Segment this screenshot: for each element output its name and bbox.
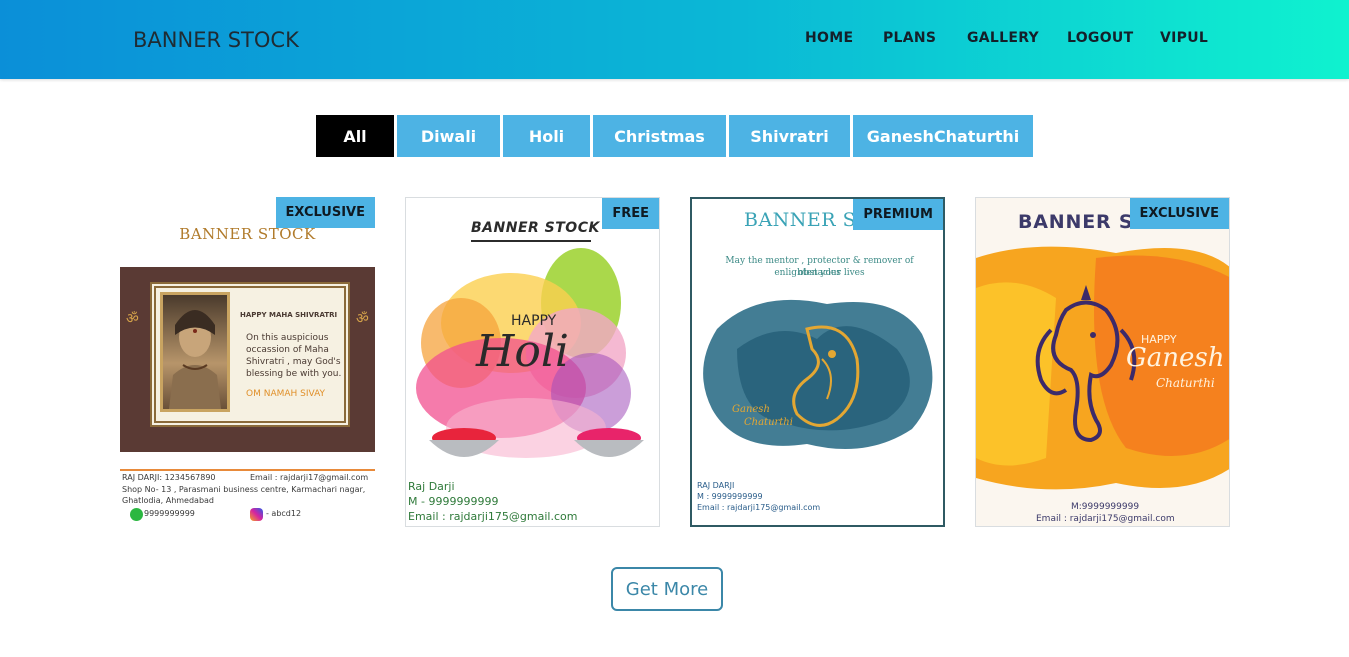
contact-name: RAJ DARJI: 1234567890 — [122, 473, 216, 482]
free-badge: FREE — [602, 198, 659, 229]
holi-greeting-holi: Holi — [476, 326, 570, 377]
filter-diwali[interactable]: Diwali — [397, 115, 500, 157]
contact-email: Email : rajdarji175@gmail.com — [408, 510, 578, 523]
nav-plans[interactable]: PLANS — [883, 30, 936, 46]
instagram-icon — [250, 508, 263, 521]
whatsapp-icon — [130, 508, 143, 521]
filter-shivratri[interactable]: Shivratri — [729, 115, 850, 157]
banner-card-shivratri[interactable]: EXCLUSIVE BANNER STOCK ॐ ॐ HAPPY MAHA SH… — [120, 197, 375, 527]
message-line-2: occassion of Maha — [246, 345, 329, 355]
contact-email: Email : rajdarji17@gmail.com — [250, 473, 369, 482]
filter-holi[interactable]: Holi — [503, 115, 590, 157]
top-navbar: BANNER STOCK HOME PLANS GALLERY LOGOUT V… — [0, 0, 1349, 79]
nav-gallery[interactable]: GALLERY — [967, 30, 1039, 46]
filter-ganeshchaturthi[interactable]: GaneshChaturthi — [853, 115, 1033, 157]
ganesh-line-art — [1035, 285, 1137, 443]
greeting-chaturthi: Chaturthi — [744, 417, 793, 428]
greeting-chaturthi: Chaturthi — [1156, 376, 1215, 390]
banner-card-ganesh-exclusive[interactable]: EXCLUSIVE BANNER STOCK HAPPY Ganesh Chat… — [975, 197, 1230, 527]
shiva-portrait — [160, 292, 230, 412]
contact-mobile: M - 9999999999 — [408, 495, 499, 508]
banner-card-holi[interactable]: FREE BANNER STOCK HAPPY Holi Raj Darji M… — [405, 197, 660, 527]
nav-user-vipul[interactable]: VIPUL — [1160, 30, 1208, 46]
contact-email: Email : rajdarji175@gmail.com — [697, 503, 821, 512]
greeting-ganesh: Ganesh — [1126, 343, 1225, 373]
contact-name: Raj Darji — [408, 480, 455, 493]
contact-name: RAJ DARJI — [697, 481, 735, 490]
card-brand-title: BANNER STOCK — [471, 220, 600, 236]
brand-logo[interactable]: BANNER STOCK — [133, 28, 299, 52]
card-subtitle-2: enlighten your lives — [774, 268, 865, 278]
filter-all[interactable]: All — [316, 115, 394, 157]
address-line-1: Shop No- 13 , Parasmani business centre,… — [122, 485, 366, 494]
premium-badge: PREMIUM — [853, 199, 943, 230]
om-icon: ॐ — [356, 311, 369, 327]
message-line-4: blessing be with you. — [246, 369, 342, 379]
get-more-button[interactable]: Get More — [611, 567, 723, 611]
contact-mobile: M : 9999999999 — [697, 492, 763, 501]
contact-email: Email : rajdarji175@gmail.com — [1036, 514, 1175, 524]
instagram-handle: - abcd12 — [266, 509, 302, 518]
address-line-2: Ghatlodia, Ahmedabad — [122, 496, 215, 505]
color-bowls — [429, 428, 644, 457]
filter-christmas[interactable]: Christmas — [593, 115, 726, 157]
exclusive-badge: EXCLUSIVE — [1129, 198, 1229, 229]
card-footer: RAJ DARJI: 1234567890 Email : rajdarji17… — [120, 469, 375, 527]
message-line-1: On this auspicious — [246, 333, 329, 343]
om-namah-sivay: OM NAMAH SIVAY — [246, 389, 326, 399]
title-underline — [471, 240, 591, 242]
om-icon: ॐ — [126, 311, 139, 327]
contact-mobile: M:9999999999 — [1071, 502, 1140, 512]
ganesh-watercolor — [703, 299, 933, 449]
whatsapp-number: 9999999999 — [144, 509, 195, 518]
message-line-3: Shivratri , may God's — [246, 357, 341, 367]
category-filter-bar: All Diwali Holi Christmas Shivratri Gane… — [0, 115, 1349, 157]
greeting-ganesh: Ganesh — [732, 404, 770, 415]
nav-logout[interactable]: LOGOUT — [1067, 30, 1133, 46]
banner-card-ganesh-premium[interactable]: PREMIUM BANNER STOCK May the mentor , pr… — [690, 197, 945, 527]
shivratri-heading: HAPPY MAHA SHIVRATRI — [240, 311, 338, 319]
exclusive-badge: EXCLUSIVE — [275, 197, 375, 228]
nav-home[interactable]: HOME — [805, 30, 853, 46]
